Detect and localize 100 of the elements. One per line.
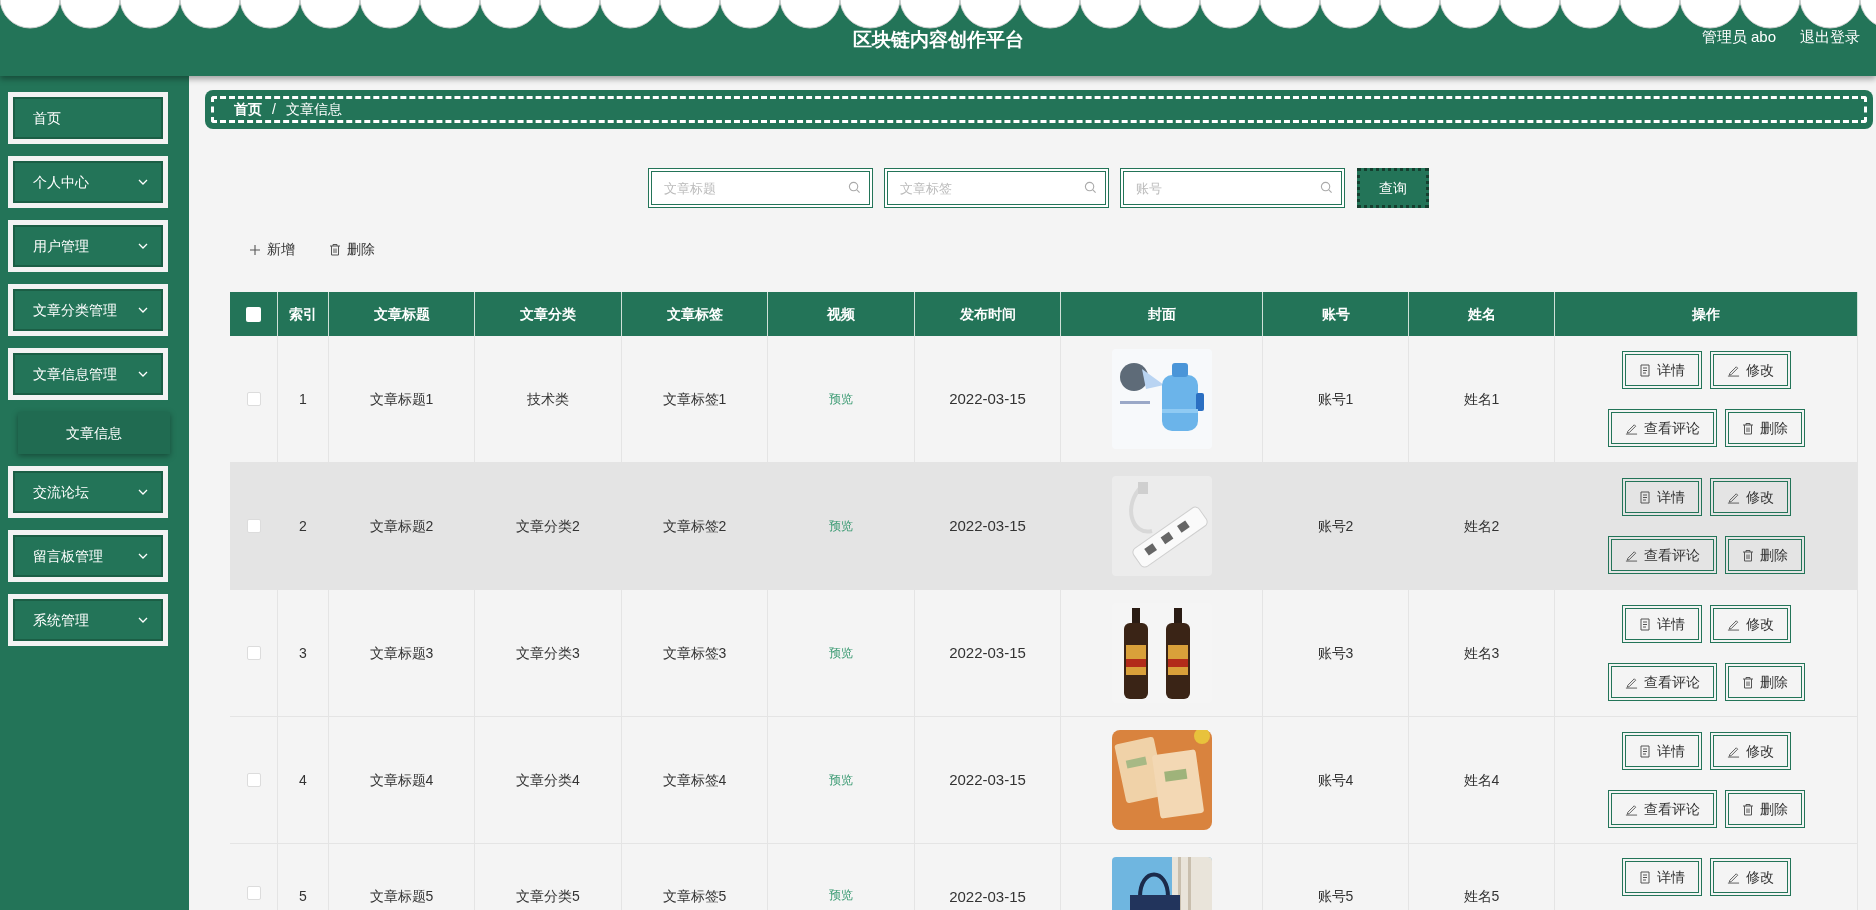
view-comments-button[interactable]: 查看评论 (1607, 790, 1717, 828)
document-icon (1638, 744, 1651, 758)
view-comments-button[interactable]: 查看评论 (1607, 409, 1717, 447)
edit-button[interactable]: 修改 (1709, 605, 1791, 643)
detail-button[interactable]: 详情 (1621, 351, 1702, 389)
breadcrumb-separator: / (272, 100, 276, 119)
document-icon (1638, 870, 1651, 884)
delete-button[interactable]: 删除 (329, 239, 375, 260)
edit-button[interactable]: 修改 (1709, 478, 1791, 516)
delete-button[interactable]: 删除 (1724, 790, 1805, 828)
app-title: 区块链内容创作平台 (852, 28, 1024, 52)
table-cell-text: 账号5 (1317, 887, 1354, 906)
user-label: 管理员 abo (1701, 27, 1776, 47)
search-field[interactable]: 账号 (1120, 168, 1345, 208)
table-cell-text: 文章分类3 (516, 643, 580, 663)
table-cell-text: 技术类 (527, 389, 569, 409)
table-cell-text: 文章标题4 (369, 770, 434, 790)
table-cell-text: 文章标题2 (369, 516, 434, 536)
search-button[interactable]: 查询 (1357, 168, 1429, 208)
document-icon (1638, 490, 1651, 504)
plus-icon (249, 243, 261, 256)
table-cell-text: 文章分类2 (516, 516, 580, 536)
sidebar-menu-item[interactable]: 系统管理 (8, 594, 168, 646)
view-comments-button[interactable]: 查看评论 (1607, 663, 1717, 701)
document-icon (1638, 363, 1651, 377)
column-header: 封面 (1147, 304, 1176, 324)
pencil-icon (1726, 363, 1740, 377)
table-cell-text: 文章标签1 (662, 389, 727, 409)
sidebar-menu-item[interactable]: 首页 (8, 92, 168, 144)
table-cell-text: 2022-03-15 (949, 769, 1026, 790)
sidebar-menu-item[interactable]: 文章信息管理 (8, 348, 168, 400)
table-cell-text: 文章标题3 (369, 643, 434, 663)
table-cell-text: 3 (299, 643, 307, 663)
sidebar-menu-item[interactable]: 用户管理 (8, 220, 168, 272)
breadcrumb-link[interactable]: 文章信息 (285, 99, 342, 120)
search-field[interactable]: 文章标题 (648, 168, 873, 208)
select-all-checkbox[interactable] (246, 306, 261, 322)
column-header: 文章标签 (666, 304, 723, 324)
row-checkbox[interactable] (246, 392, 261, 406)
table-cell-text: 文章分类5 (516, 887, 580, 906)
table-cell-text: 文章标签5 (662, 887, 727, 906)
detail-button[interactable]: 详情 (1621, 478, 1702, 516)
column-header: 操作 (1692, 304, 1720, 324)
delete-button[interactable]: 删除 (1724, 536, 1805, 574)
edit-button[interactable]: 修改 (1709, 351, 1791, 389)
search-icon (848, 181, 861, 194)
table-cell-text: 账号4 (1317, 770, 1354, 790)
view-comments-button[interactable]: 查看评论 (1607, 536, 1717, 574)
table-row[interactable]: 3 文章标题3 文章分类3 文章标签3 预览 2022-03-15 账号3 姓名3 详情 修改 查看评论 删除 (230, 590, 1858, 717)
table-cell-text: 文章标签3 (662, 643, 727, 663)
row-checkbox[interactable] (246, 646, 261, 660)
pencil-icon (1624, 548, 1638, 562)
table-cell-text: 姓名5 (1463, 887, 1500, 906)
pencil-icon (1624, 675, 1638, 689)
sidebar-submenu-item[interactable]: 文章信息 (18, 412, 170, 454)
table-cell-text: 姓名4 (1463, 770, 1500, 790)
table-cell-text: 账号1 (1317, 389, 1354, 409)
table-cell-text: 2 (299, 516, 307, 536)
delete-button[interactable]: 删除 (1724, 409, 1805, 447)
column-header: 文章标题 (373, 304, 430, 324)
column-header: 文章分类 (520, 304, 576, 324)
pencil-icon (1726, 617, 1740, 631)
table-cell-text: 文章分类4 (516, 770, 580, 790)
row-checkbox[interactable] (246, 886, 261, 900)
edit-button[interactable]: 修改 (1709, 858, 1791, 896)
table-row[interactable]: 4 文章标题4 文章分类4 文章标签4 预览 2022-03-15 账号4 姓名4 详情 修改 查看评论 删除 (230, 717, 1858, 844)
row-checkbox[interactable] (246, 519, 261, 533)
logout-link[interactable]: 退出登录 (1800, 26, 1860, 49)
sidebar-menu-item[interactable]: 文章分类管理 (8, 284, 168, 336)
table-cell-text: 2022-03-15 (949, 515, 1026, 536)
table-cell-text: 姓名1 (1463, 389, 1500, 409)
column-header: 账号 (1321, 304, 1350, 324)
table-row[interactable]: 2 文章标题2 文章分类2 文章标签2 预览 2022-03-15 账号2 姓名2 详情 修改 查看评论 删除 (230, 463, 1858, 590)
search-field[interactable]: 文章标签 (884, 168, 1109, 208)
table-cell-text: 5 (299, 887, 307, 906)
table-cell-text: 4 (299, 770, 307, 790)
sidebar-menu-item[interactable]: 交流论坛 (8, 466, 168, 518)
detail-button[interactable]: 详情 (1621, 605, 1702, 643)
table-cell-text: 账号3 (1317, 643, 1354, 663)
search-icon (1084, 181, 1097, 194)
row-checkbox[interactable] (246, 773, 261, 787)
table-cell-text: 姓名2 (1463, 516, 1500, 536)
table-cell-text: 姓名3 (1463, 643, 1500, 663)
edit-button[interactable]: 修改 (1709, 732, 1791, 770)
table-row[interactable]: 1 文章标题1 技术类 文章标签1 预览 2022-03-15 账号1 姓名1 详情 修改 查看评论 删除 (230, 336, 1858, 463)
pencil-icon (1624, 802, 1638, 816)
add-button[interactable]: 新增 (249, 239, 295, 260)
delete-button[interactable]: 删除 (1724, 663, 1805, 701)
table-cell-text: 2022-03-15 (949, 642, 1026, 663)
table-cell-text: 文章标签2 (662, 516, 727, 536)
table-cell-text: 文章标题1 (369, 389, 434, 409)
table-cell-text: 2022-03-15 (949, 887, 1026, 907)
breadcrumb-link[interactable]: 首页 (234, 99, 262, 120)
table-cell-text: 账号2 (1317, 516, 1354, 536)
detail-button[interactable]: 详情 (1621, 858, 1702, 896)
trash-icon (1741, 675, 1754, 689)
sidebar-menu-item[interactable]: 个人中心 (8, 156, 168, 208)
detail-button[interactable]: 详情 (1621, 732, 1702, 770)
sidebar-menu-item[interactable]: 留言板管理 (8, 530, 168, 582)
trash-icon (1741, 802, 1754, 816)
